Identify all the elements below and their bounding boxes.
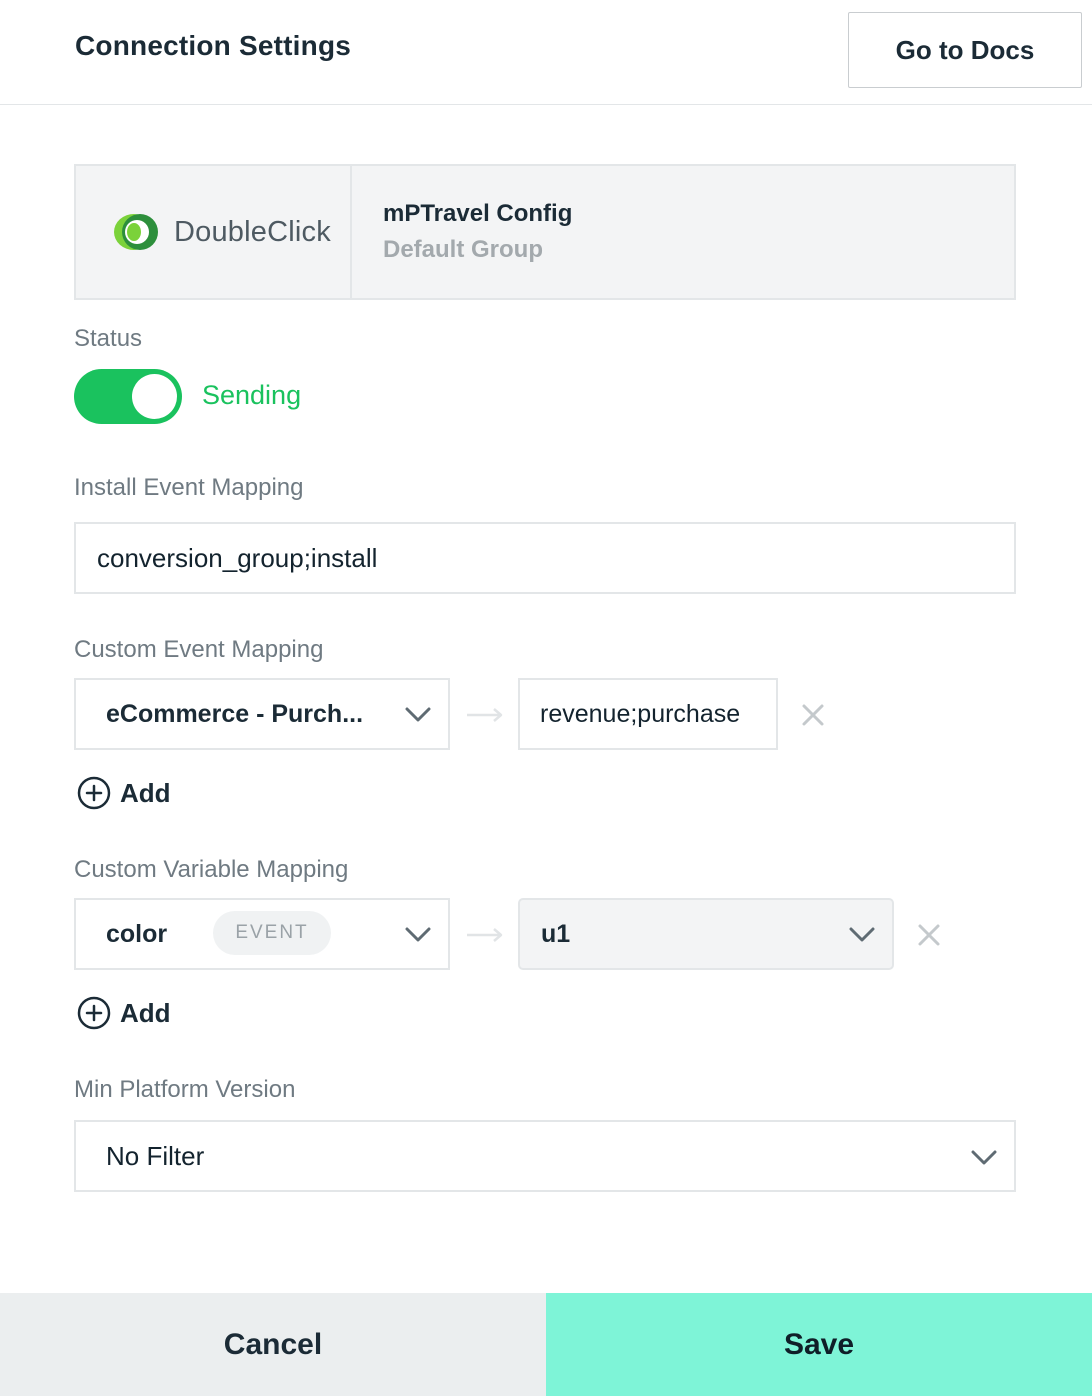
config-info: mPTravel Config Default Group xyxy=(352,166,572,298)
event-mapped-value-field[interactable]: revenue;purchase xyxy=(518,678,778,750)
chevron-down-icon xyxy=(405,707,431,722)
add-label: Add xyxy=(120,777,171,808)
partner-name: DoubleClick xyxy=(174,215,331,248)
save-button[interactable]: Save xyxy=(546,1293,1092,1396)
event-badge: EVENT xyxy=(213,911,331,955)
install-mapping-field xyxy=(74,522,1016,594)
config-name: mPTravel Config xyxy=(383,200,573,227)
status-text: Sending xyxy=(202,380,302,410)
target-variable-value: u1 xyxy=(541,919,571,948)
partner-logo: DoubleClick xyxy=(76,166,352,298)
event-select[interactable]: eCommerce - Purch... xyxy=(74,678,450,750)
chevron-down-icon xyxy=(405,927,431,942)
status-toggle[interactable] xyxy=(74,369,182,424)
target-variable-select[interactable]: u1 xyxy=(518,898,894,970)
add-variable-mapping-button[interactable]: Add xyxy=(77,996,171,1030)
page-title: Connection Settings xyxy=(75,30,352,61)
variable-select[interactable]: color EVENT xyxy=(74,898,450,970)
doubleclick-logo-icon xyxy=(114,214,158,250)
close-icon[interactable] xyxy=(801,703,825,727)
install-mapping-label: Install Event Mapping xyxy=(74,474,304,501)
add-event-mapping-button[interactable]: Add xyxy=(77,776,171,810)
variable-select-value: color xyxy=(106,919,168,948)
header: Connection Settings Go to Docs xyxy=(0,0,1092,105)
chevron-down-icon xyxy=(971,1150,997,1165)
arrow-right-icon xyxy=(467,928,503,942)
go-to-docs-button[interactable]: Go to Docs xyxy=(848,12,1082,88)
custom-event-mapping-label: Custom Event Mapping xyxy=(74,636,324,663)
custom-variable-mapping-label: Custom Variable Mapping xyxy=(74,856,349,883)
connection-card: DoubleClick mPTravel Config Default Grou… xyxy=(74,164,1016,300)
cancel-button[interactable]: Cancel xyxy=(0,1293,546,1396)
event-mapped-value: revenue;purchase xyxy=(540,699,741,728)
plus-circle-icon xyxy=(77,996,111,1030)
config-group: Default Group xyxy=(383,236,543,263)
plus-circle-icon xyxy=(77,776,111,810)
close-icon[interactable] xyxy=(917,923,941,947)
min-platform-select[interactable]: No Filter xyxy=(74,1120,1016,1192)
install-mapping-input[interactable] xyxy=(76,524,1014,592)
min-platform-label: Min Platform Version xyxy=(74,1076,296,1103)
toggle-knob xyxy=(132,374,177,419)
footer: Cancel Save xyxy=(0,1293,1092,1396)
min-platform-value: No Filter xyxy=(106,1140,205,1171)
status-label: Status xyxy=(74,325,143,352)
chevron-down-icon xyxy=(849,927,875,942)
arrow-right-icon xyxy=(467,708,503,722)
add-label: Add xyxy=(120,997,171,1028)
event-select-value: eCommerce - Purch... xyxy=(106,699,364,728)
